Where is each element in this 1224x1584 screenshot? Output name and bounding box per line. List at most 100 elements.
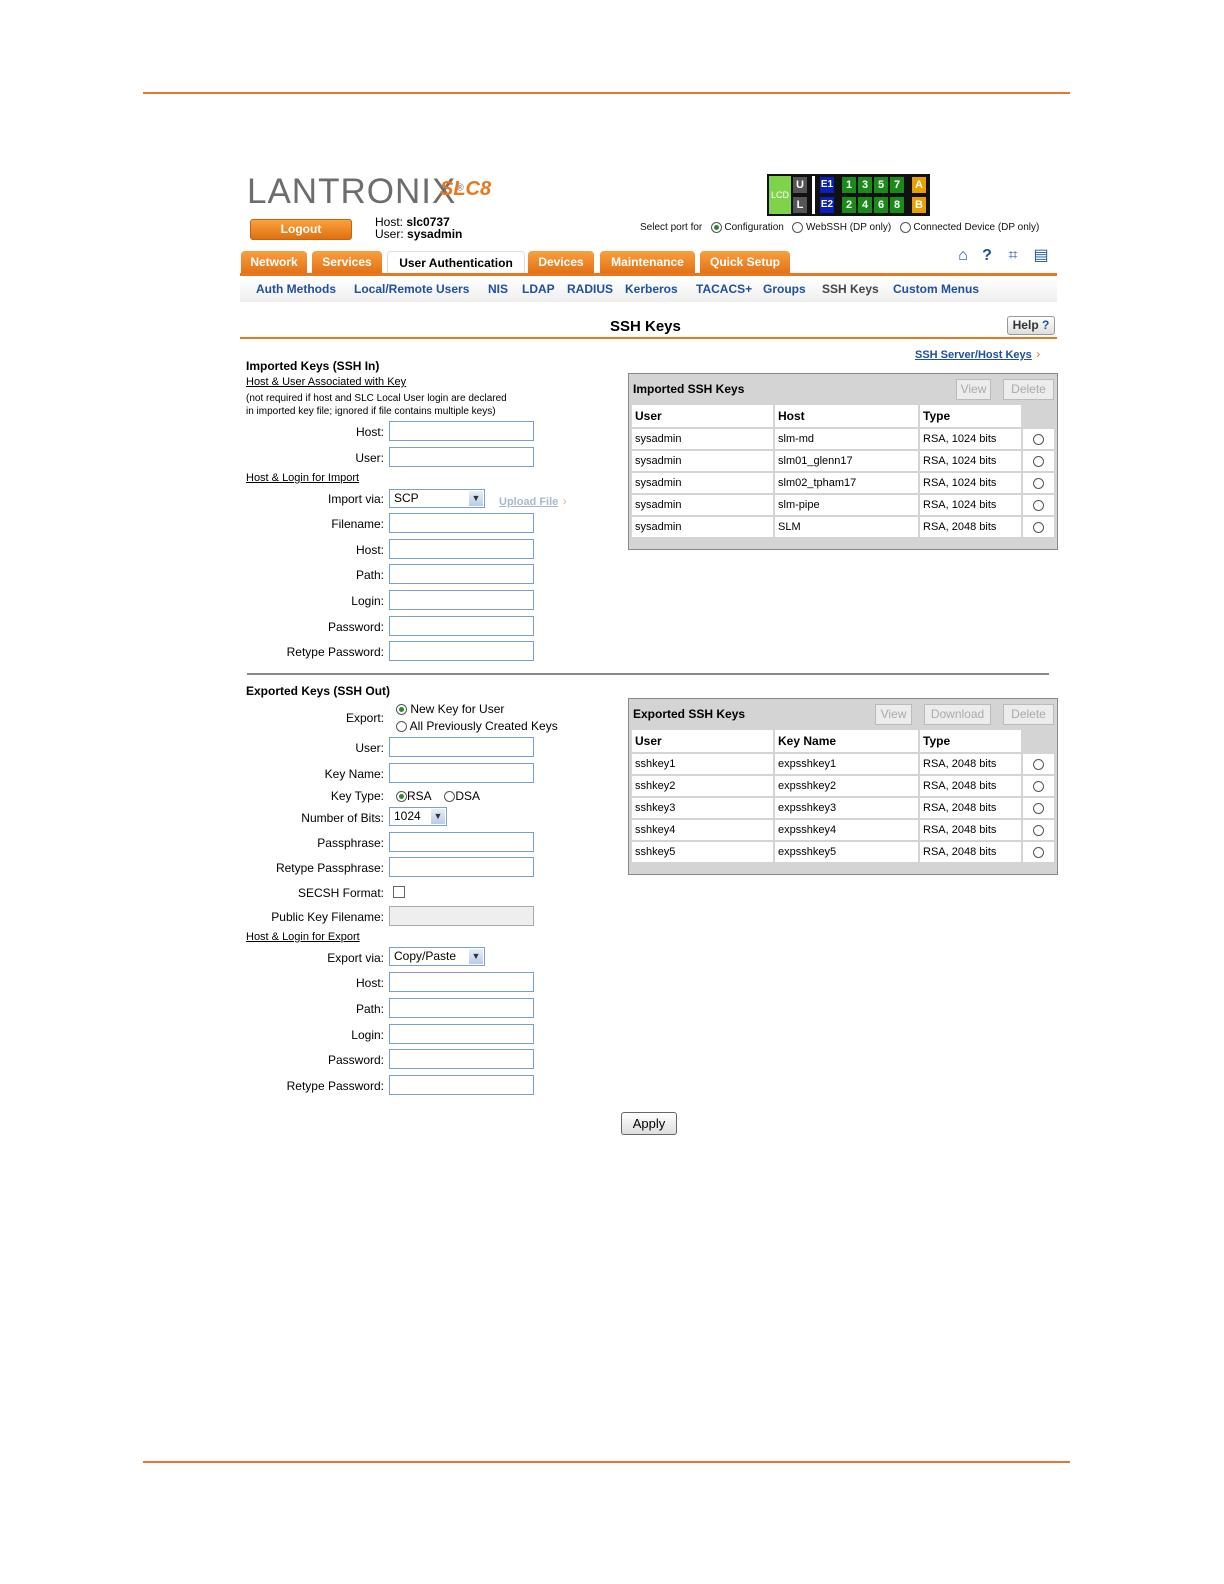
col-type: Type <box>920 730 1021 752</box>
row-select-radio[interactable] <box>1033 499 1044 511</box>
export-via-select[interactable]: Copy/Paste ▼ <box>389 947 485 966</box>
passphrase-input[interactable] <box>389 832 534 852</box>
help-icon[interactable]: ? <box>978 247 996 265</box>
subnav-ldap[interactable]: LDAP <box>522 282 555 296</box>
imported-view-button[interactable]: View <box>956 379 991 400</box>
title-underline <box>240 337 1057 339</box>
help-button[interactable]: Help ? <box>1007 316 1055 335</box>
export-option-new-label: New Key for User <box>410 702 505 716</box>
log-icon[interactable]: ▤ <box>1032 247 1050 265</box>
table-row: sshkey3 expsshkey3 RSA, 2048 bits <box>632 798 1054 818</box>
import-via-value: SCP <box>394 491 419 505</box>
host-user-info: Host: slc0737 User: sysadmin <box>375 216 462 240</box>
export-user-input[interactable] <box>389 737 534 757</box>
port-5[interactable]: 5 <box>874 177 888 193</box>
port-2[interactable]: 2 <box>842 197 856 213</box>
radio-new-key[interactable] <box>396 704 407 716</box>
port-u[interactable]: U <box>793 177 807 193</box>
port-8[interactable]: 8 <box>890 197 904 213</box>
row-select-radio[interactable] <box>1033 780 1044 792</box>
row-select-radio[interactable] <box>1033 433 1044 445</box>
port-l[interactable]: L <box>793 197 807 213</box>
port-4[interactable]: 4 <box>858 197 872 213</box>
network-icon[interactable]: ⌗ <box>1004 247 1022 265</box>
subnav-groups[interactable]: Groups <box>763 282 806 296</box>
bits-value: 1024 <box>394 809 421 823</box>
port-lcd[interactable]: LCD <box>769 176 791 214</box>
subnav-ssh-keys[interactable]: SSH Keys <box>822 282 879 296</box>
tab-quick-setup[interactable]: Quick Setup <box>700 251 790 273</box>
export-path-input[interactable] <box>389 998 534 1018</box>
subnav-tacacs[interactable]: TACACS+ <box>696 282 752 296</box>
export-host-label: Host: <box>355 976 384 990</box>
import-login-input[interactable] <box>389 590 534 610</box>
exported-delete-button[interactable]: Delete <box>1003 704 1054 725</box>
row-select-radio[interactable] <box>1033 846 1044 858</box>
radio-connected-device[interactable] <box>899 222 911 233</box>
row-select-radio[interactable] <box>1033 521 1044 533</box>
ssh-server-host-keys-link[interactable]: SSH Server/Host Keys › <box>915 345 1040 363</box>
import-user-input[interactable] <box>389 447 534 467</box>
tab-maintenance[interactable]: Maintenance <box>600 251 695 273</box>
upload-file-link[interactable]: Upload File › <box>499 492 567 510</box>
row-select-radio[interactable] <box>1033 477 1044 489</box>
port-a[interactable]: A <box>912 177 926 193</box>
upload-file-text[interactable]: Upload File <box>499 496 558 508</box>
import-host2-input[interactable] <box>389 539 534 559</box>
tab-network[interactable]: Network <box>241 251 307 273</box>
radio-all-keys[interactable] <box>396 721 407 733</box>
row-select-radio[interactable] <box>1033 802 1044 814</box>
export-option-all: All Previously Created Keys <box>396 719 558 733</box>
radio-webssh[interactable] <box>792 222 804 233</box>
import-host-input[interactable] <box>389 421 534 441</box>
row-select-radio[interactable] <box>1033 824 1044 836</box>
subnav-auth-methods[interactable]: Auth Methods <box>256 282 336 296</box>
tab-services[interactable]: Services <box>312 251 382 273</box>
import-retype-password-input[interactable] <box>389 641 534 661</box>
row-select-radio[interactable] <box>1033 455 1044 467</box>
port-b[interactable]: B <box>912 197 926 213</box>
tab-devices[interactable]: Devices <box>528 251 594 273</box>
imported-delete-button[interactable]: Delete <box>1003 379 1054 400</box>
bits-select[interactable]: 1024 ▼ <box>389 807 447 826</box>
import-path-input[interactable] <box>389 564 534 584</box>
import-filename-input[interactable] <box>389 513 534 533</box>
logout-button[interactable]: Logout <box>250 219 352 240</box>
radio-dsa[interactable] <box>444 791 456 803</box>
import-via-select[interactable]: SCP ▼ <box>389 489 485 508</box>
port-7[interactable]: 7 <box>890 177 904 193</box>
home-icon[interactable]: ⌂ <box>954 247 972 265</box>
exported-download-button[interactable]: Download <box>924 704 991 725</box>
row-select-cell <box>1023 754 1054 774</box>
subnav-kerberos[interactable]: Kerberos <box>625 282 678 296</box>
subnav-radius[interactable]: RADIUS <box>567 282 613 296</box>
subnav-custom-menus[interactable]: Custom Menus <box>893 282 979 296</box>
cell-user: sshkey4 <box>632 820 773 840</box>
public-key-filename-input[interactable] <box>389 906 534 926</box>
key-name-input[interactable] <box>389 763 534 783</box>
import-password-input[interactable] <box>389 616 534 636</box>
port-1[interactable]: 1 <box>842 177 856 193</box>
export-retype-password-input[interactable] <box>389 1075 534 1095</box>
port-6[interactable]: 6 <box>874 197 888 213</box>
top-rule <box>143 92 1070 94</box>
exported-view-button[interactable]: View <box>875 704 912 725</box>
table-row: sysadmin slm02_tpham17 RSA, 1024 bits <box>632 473 1054 493</box>
export-password-input[interactable] <box>389 1049 534 1069</box>
export-login-input[interactable] <box>389 1024 534 1044</box>
row-select-radio[interactable] <box>1033 758 1044 770</box>
radio-rsa[interactable] <box>396 791 407 803</box>
port-3[interactable]: 3 <box>858 177 872 193</box>
subnav-local-remote-users[interactable]: Local/Remote Users <box>354 282 469 296</box>
retype-passphrase-input[interactable] <box>389 857 534 877</box>
tab-user-authentication[interactable]: User Authentication <box>387 251 525 274</box>
ssh-server-host-keys-text[interactable]: SSH Server/Host Keys <box>915 349 1032 361</box>
secsh-format-checkbox[interactable] <box>393 886 405 898</box>
apply-button[interactable]: Apply <box>621 1112 677 1135</box>
port-e1[interactable]: E1 <box>820 177 834 193</box>
port-select: Select port for Configuration WebSSH (DP… <box>640 222 1039 233</box>
subnav-nis[interactable]: NIS <box>488 282 508 296</box>
export-host-input[interactable] <box>389 972 534 992</box>
port-e2[interactable]: E2 <box>820 197 834 213</box>
radio-configuration[interactable] <box>710 222 722 233</box>
